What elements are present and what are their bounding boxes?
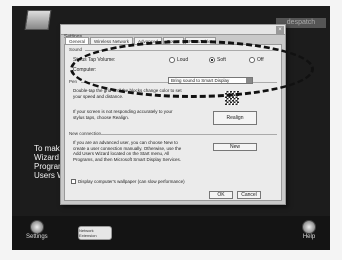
dialog-titlebar: Settings × [61,25,285,40]
checkbox-box [71,179,76,184]
help-icon [302,220,316,234]
desktop-icon[interactable] [24,10,52,30]
cancel-button[interactable]: Cancel [237,191,261,199]
wallpaper-checkbox[interactable]: Display computer's wallpaper (can slow p… [71,179,185,184]
settings-icon [29,220,44,234]
pen-section-label: Pen [69,79,78,84]
close-icon[interactable]: × [276,26,284,34]
realign-text: If your screen is not responding accurat… [73,109,173,120]
ok-button[interactable]: OK [209,191,233,199]
settings-button[interactable]: Settings [26,220,48,240]
settings-label: Settings [26,234,48,240]
realign-button[interactable]: Realign [213,111,257,125]
tab-general[interactable]: General [65,37,90,44]
network-button[interactable]: Network Extension [78,226,112,240]
sound-section-label: Sound [69,47,83,52]
connection-section-label: New connection [69,131,102,136]
new-button[interactable]: New [213,143,257,151]
checkbox-label: Display computer's wallpaper (can slow p… [78,179,185,184]
help-button[interactable]: Help [302,220,316,240]
connection-text: If you are an advanced user, you can cho… [73,140,182,162]
taskbar: Settings Network Extension Help [12,216,330,250]
divider [99,134,277,135]
help-label: Help [302,234,316,240]
highlight-annotation [70,40,314,98]
tab-wireless-network[interactable]: Wireless Network [90,37,134,44]
